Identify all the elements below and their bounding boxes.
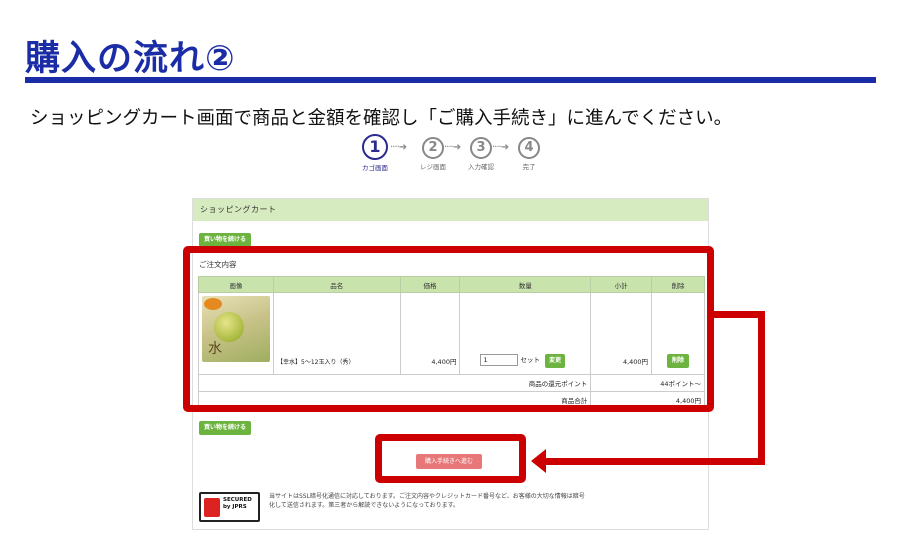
step-separator: ····➜: [492, 142, 509, 153]
step-separator: ····➜: [390, 142, 407, 153]
step-complete: 4 完了: [518, 137, 540, 171]
arrow-line-vertical: [758, 311, 765, 465]
ssl-seal-text: SECURED by JPRS: [223, 497, 252, 511]
step-number-4: 4: [518, 137, 540, 159]
highlight-box-order: [183, 246, 714, 412]
ssl-note: 当サイトはSSL暗号化通信に対応しております。ご注文内容やクレジットカード番号な…: [269, 493, 585, 509]
lock-icon: [204, 498, 220, 517]
step-separator: ····➜: [444, 142, 461, 153]
page-title: 購入の流れ②: [25, 39, 236, 79]
cart-header: ショッピングカート: [193, 199, 708, 221]
continue-shopping-button-top[interactable]: 買い物を続ける: [199, 233, 251, 247]
step-register: 2 レジ画面: [420, 137, 446, 171]
arrow-line-bottom: [545, 458, 765, 465]
ssl-seal-line1: SECURED: [223, 497, 252, 503]
step-number-3: 3: [470, 137, 492, 159]
continue-shopping-button-bottom[interactable]: 買い物を続ける: [199, 421, 251, 435]
ssl-seal-line2: by JPRS: [223, 504, 247, 510]
step-number-2: 2: [422, 137, 444, 159]
title-underline: [25, 77, 876, 83]
highlight-box-proceed: [375, 434, 526, 483]
step-cart: 1 カゴ画面: [362, 134, 388, 172]
step-label-complete: 完了: [522, 163, 536, 171]
ssl-seal: SECURED by JPRS: [199, 492, 260, 522]
step-number-1: 1: [362, 134, 388, 160]
step-label-confirm: 入力確認: [468, 163, 494, 171]
arrow-left-icon: [531, 449, 546, 473]
step-confirm: 3 入力確認: [468, 137, 494, 171]
instruction-text: ショッピングカート画面で商品と金額を確認し「ご購入手続き」に進んでください。: [30, 108, 733, 129]
step-label-cart: カゴ画面: [362, 164, 388, 172]
progress-steps: 1 カゴ画面 ····➜ 2 レジ画面 ····➜ 3 入力確認 ····➜ 4…: [362, 134, 542, 174]
step-label-register: レジ画面: [420, 163, 446, 171]
